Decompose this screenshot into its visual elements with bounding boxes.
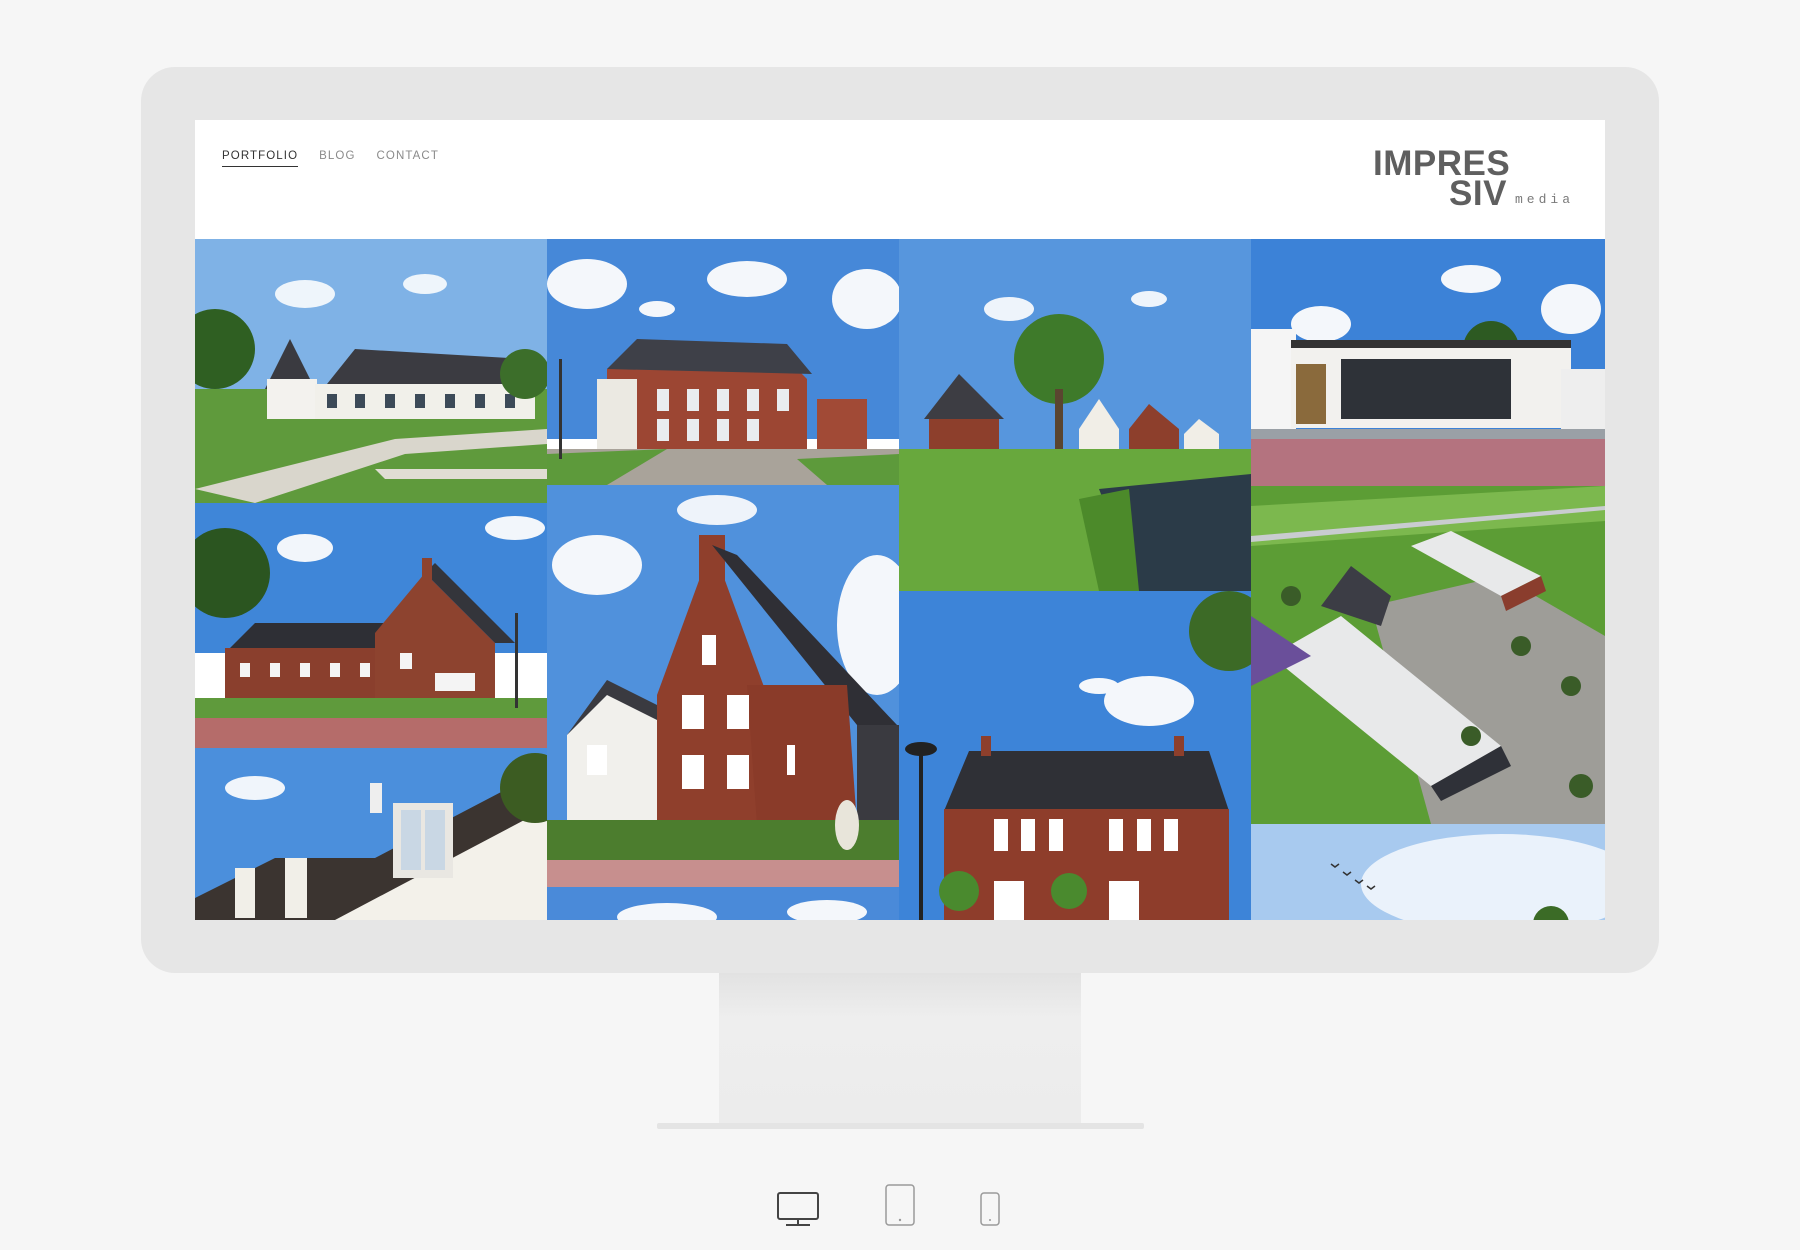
monitor-stand: [719, 973, 1081, 1123]
portfolio-tile-row-houses-white[interactable]: [195, 239, 547, 503]
tablet-icon: [885, 1184, 915, 1226]
portfolio-tile-sky-birds[interactable]: [1251, 824, 1605, 920]
portfolio-tile-aerial-farm-complex[interactable]: [1251, 486, 1605, 824]
portfolio-tile-brick-gable-house[interactable]: [547, 485, 899, 887]
desktop-view-button[interactable]: [776, 1191, 820, 1227]
portfolio-tile-houses-by-pond[interactable]: [899, 239, 1251, 591]
modern-bungalow-image: [1251, 239, 1605, 486]
portfolio-tile-modern-bungalow[interactable]: [1251, 239, 1605, 486]
tablet-view-button[interactable]: [885, 1184, 915, 1226]
nav-portfolio[interactable]: PORTFOLIO: [222, 150, 299, 167]
clouds-partial-image: [547, 887, 899, 920]
phone-view-button[interactable]: [980, 1192, 1000, 1226]
brick-gable-house-image: [547, 485, 899, 887]
portfolio-tile-clouds-partial[interactable]: [547, 887, 899, 920]
nav-contact[interactable]: CONTACT: [377, 150, 439, 167]
logo-line-2: SIV: [1449, 174, 1507, 213]
brick-villa-lamp-image: [899, 591, 1251, 920]
portfolio-tile-dormer-rooftops[interactable]: [195, 748, 547, 920]
apartment-corner-brick-image: [547, 239, 899, 485]
row-houses-white-image: [195, 239, 547, 503]
brick-terrace-street-image: [195, 503, 547, 748]
portfolio-tile-brick-villa-lamp[interactable]: [899, 591, 1251, 920]
portfolio-tile-apartment-corner-brick[interactable]: [547, 239, 899, 485]
monitor-base: [657, 1123, 1144, 1129]
site-logo[interactable]: IMPRES SIV media: [1373, 146, 1573, 226]
houses-by-pond-image: [899, 239, 1251, 591]
website-screen: PORTFOLIO BLOG CONTACT IMPRES SIV media: [195, 120, 1605, 920]
dormer-rooftops-image: [195, 748, 547, 920]
portfolio-tile-brick-terrace-street[interactable]: [195, 503, 547, 748]
main-nav: PORTFOLIO BLOG CONTACT: [222, 150, 439, 167]
phone-icon: [980, 1192, 1000, 1226]
desktop-icon: [777, 1192, 819, 1226]
aerial-farm-complex-image: [1251, 486, 1605, 824]
nav-blog[interactable]: BLOG: [319, 150, 355, 167]
logo-subtitle: media: [1515, 192, 1575, 207]
sky-birds-image: [1251, 824, 1605, 920]
